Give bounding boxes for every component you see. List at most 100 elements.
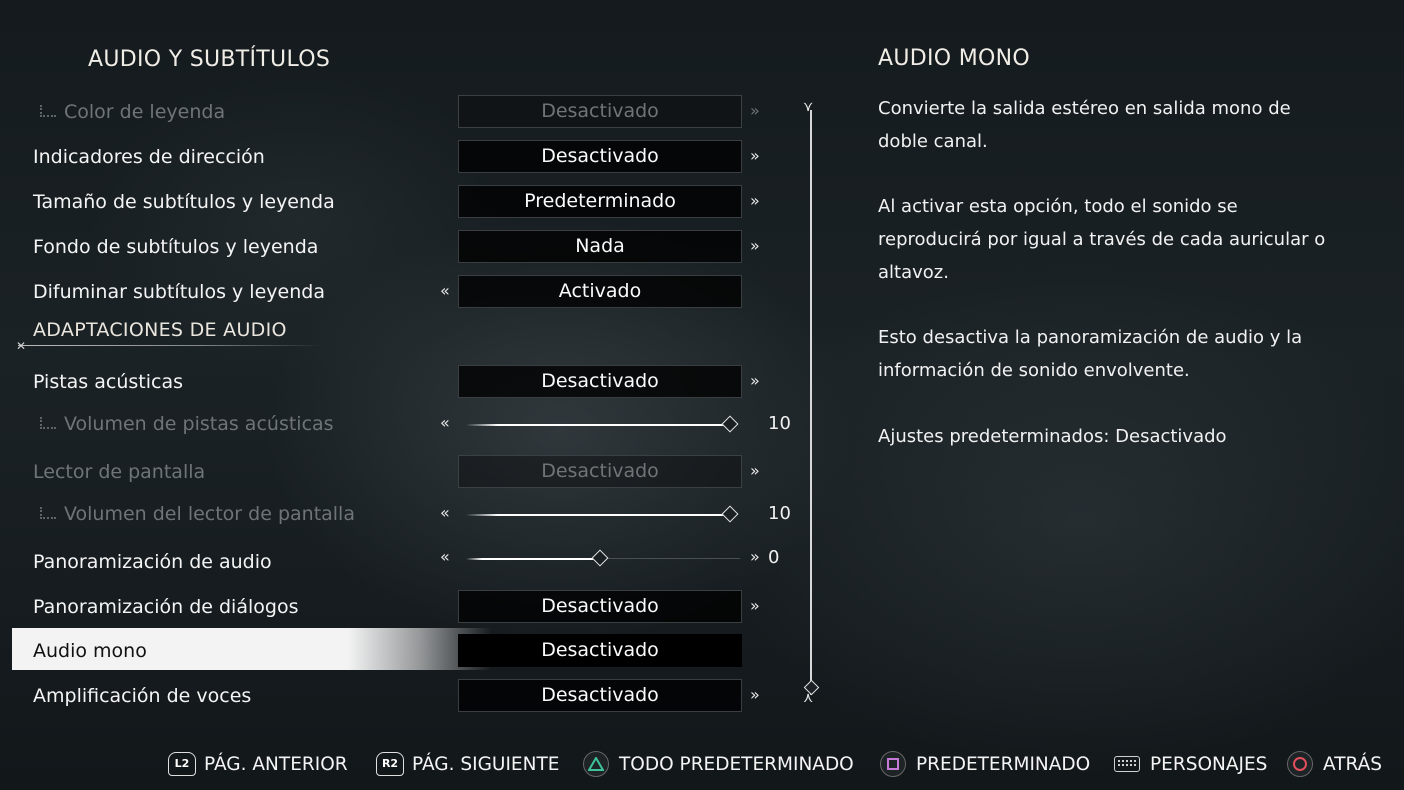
option-value-box[interactable]: Activado xyxy=(458,275,742,308)
slider-track[interactable] xyxy=(466,558,600,560)
left-arrow-icon[interactable]: « xyxy=(440,494,450,534)
characters-button[interactable]: PERSONAJES xyxy=(1114,746,1267,782)
l2-button-icon: L2 xyxy=(168,752,196,776)
option-value: Desactivado xyxy=(541,145,659,167)
sub-option-icon xyxy=(40,105,56,117)
default-label: PREDETERMINADO xyxy=(916,753,1091,775)
option-row-audio-mono[interactable]: Audio mono Desactivado xyxy=(0,631,800,671)
back-button[interactable]: ATRÁS xyxy=(1287,746,1382,782)
sub-option-icon xyxy=(40,417,56,429)
slider-track[interactable] xyxy=(466,514,730,516)
slider-track-rest xyxy=(600,558,740,559)
triangle-button-icon xyxy=(583,751,609,777)
option-row-color-leyenda[interactable]: Color de leyenda Desactivado » xyxy=(0,92,800,132)
option-label: Difuminar subtítulos y leyenda xyxy=(33,281,325,303)
right-arrow-icon[interactable]: » xyxy=(750,182,760,222)
description-paragraph: Convierte la salida estéreo en salida mo… xyxy=(878,98,1291,152)
option-row-volumen-lector[interactable]: Volumen del lector de pantalla « 10 xyxy=(0,494,800,534)
description-title: AUDIO MONO xyxy=(878,46,1030,71)
back-label: ATRÁS xyxy=(1323,753,1383,775)
option-label: Color de leyenda xyxy=(64,101,226,123)
page-title: AUDIO Y SUBTÍTULOS xyxy=(88,47,331,72)
option-label: Fondo de subtítulos y leyenda xyxy=(33,236,319,258)
option-row-amplificacion-voces[interactable]: Amplificación de voces Desactivado » xyxy=(0,676,800,716)
next-page-label: PÁG. SIGUIENTE xyxy=(412,753,560,775)
left-arrow-icon[interactable]: « xyxy=(440,272,450,312)
right-arrow-icon[interactable]: » xyxy=(750,227,760,267)
option-value: Desactivado xyxy=(541,100,659,122)
option-label: Audio mono xyxy=(33,640,147,662)
description-paragraph: Esto desactiva la panoramización de audi… xyxy=(878,327,1303,381)
left-arrow-icon[interactable]: « xyxy=(440,404,450,444)
option-value-box[interactable]: Predeterminado xyxy=(458,185,742,218)
prev-page-label: PÁG. ANTERIOR xyxy=(204,753,348,775)
option-value: Desactivado xyxy=(541,595,659,617)
slider-knob[interactable] xyxy=(591,549,609,567)
option-row-pistas-acusticas[interactable]: Pistas acústicas Desactivado » xyxy=(0,362,800,402)
option-label: Volumen de pistas acústicas xyxy=(64,413,334,435)
option-row-panoramizacion-dialogos[interactable]: Panoramización de diálogos Desactivado » xyxy=(0,587,800,627)
option-value-box[interactable]: Desactivado xyxy=(458,455,742,488)
option-label: Lector de pantalla xyxy=(33,461,206,483)
option-value-box[interactable]: Desactivado xyxy=(458,140,742,173)
slider-value: 0 xyxy=(768,547,780,568)
right-arrow-icon[interactable]: » xyxy=(750,92,760,132)
right-arrow-icon[interactable]: » xyxy=(750,676,760,716)
all-default-button[interactable]: TODO PREDETERMINADO xyxy=(583,746,854,782)
option-row-fondo-subtitulos[interactable]: Fondo de subtítulos y leyenda Nada » xyxy=(0,227,800,267)
description-paragraph: Al activar esta opción, todo el sonido s… xyxy=(878,196,1326,283)
scrollbar[interactable] xyxy=(810,110,812,695)
option-value-box[interactable]: Desactivado xyxy=(458,365,742,398)
option-value: Desactivado xyxy=(541,639,659,661)
right-arrow-icon[interactable]: » xyxy=(750,362,760,402)
default-button[interactable]: PREDETERMINADO xyxy=(880,746,1090,782)
right-arrow-icon[interactable]: » xyxy=(750,452,760,492)
slider-knob[interactable] xyxy=(721,505,739,523)
slider-value: 10 xyxy=(768,413,791,434)
option-row-difuminar-subtitulos[interactable]: Difuminar subtítulos y leyenda « Activad… xyxy=(0,272,800,312)
option-label: Amplificación de voces xyxy=(33,685,252,707)
slider-track[interactable] xyxy=(466,424,730,426)
scroll-bottom-cap-icon: ⋏ xyxy=(803,690,814,706)
option-value-box[interactable]: Nada xyxy=(458,230,742,263)
square-button-icon xyxy=(880,751,906,777)
option-value: Nada xyxy=(575,235,625,257)
characters-label: PERSONAJES xyxy=(1150,753,1268,775)
sub-option-icon xyxy=(40,507,56,519)
right-arrow-icon[interactable]: » xyxy=(750,587,760,627)
option-value: Desactivado xyxy=(541,460,659,482)
option-row-volumen-pistas[interactable]: Volumen de pistas acústicas « 10 xyxy=(0,404,800,444)
circle-button-icon xyxy=(1287,751,1313,777)
option-value: Desactivado xyxy=(541,370,659,392)
keyboard-icon xyxy=(1114,756,1140,772)
option-label: Volumen del lector de pantalla xyxy=(64,503,355,525)
option-value-box[interactable]: Desactivado xyxy=(458,590,742,623)
divider-ornament-icon: ✕ xyxy=(16,339,27,353)
right-arrow-icon[interactable]: » xyxy=(750,538,760,578)
section-header: ADAPTACIONES DE AUDIO xyxy=(33,319,287,341)
section-divider xyxy=(18,345,323,346)
option-row-indicadores-direccion[interactable]: Indicadores de dirección Desactivado » xyxy=(0,137,800,177)
next-page-button[interactable]: R2 PÁG. SIGUIENTE xyxy=(376,746,559,782)
option-value-box[interactable]: Desactivado xyxy=(458,95,742,128)
right-arrow-icon[interactable]: » xyxy=(750,137,760,177)
option-value: Predeterminado xyxy=(524,190,676,212)
slider-value: 10 xyxy=(768,503,791,524)
option-label: Panoramización de audio xyxy=(33,551,272,573)
description-default: Ajustes predeterminados: Desactivado xyxy=(878,426,1227,447)
option-value-box[interactable]: Desactivado xyxy=(458,634,742,667)
option-value: Activado xyxy=(558,280,642,302)
slider-knob[interactable] xyxy=(721,415,739,433)
option-value-box[interactable]: Desactivado xyxy=(458,679,742,712)
option-label: Panoramización de diálogos xyxy=(33,596,299,618)
option-value: Desactivado xyxy=(541,684,659,706)
option-label: Tamaño de subtítulos y leyenda xyxy=(33,191,335,213)
all-default-label: TODO PREDETERMINADO xyxy=(619,753,854,775)
prev-page-button[interactable]: L2 PÁG. ANTERIOR xyxy=(168,746,348,782)
option-row-panoramizacion-audio[interactable]: Panoramización de audio « » 0 xyxy=(0,542,800,582)
option-row-tamano-subtitulos[interactable]: Tamaño de subtítulos y leyenda Predeterm… xyxy=(0,182,800,222)
left-arrow-icon[interactable]: « xyxy=(440,538,450,578)
option-label: Indicadores de dirección xyxy=(33,146,265,168)
option-label: Pistas acústicas xyxy=(33,371,183,393)
option-row-lector-pantalla[interactable]: Lector de pantalla Desactivado » xyxy=(0,452,800,492)
